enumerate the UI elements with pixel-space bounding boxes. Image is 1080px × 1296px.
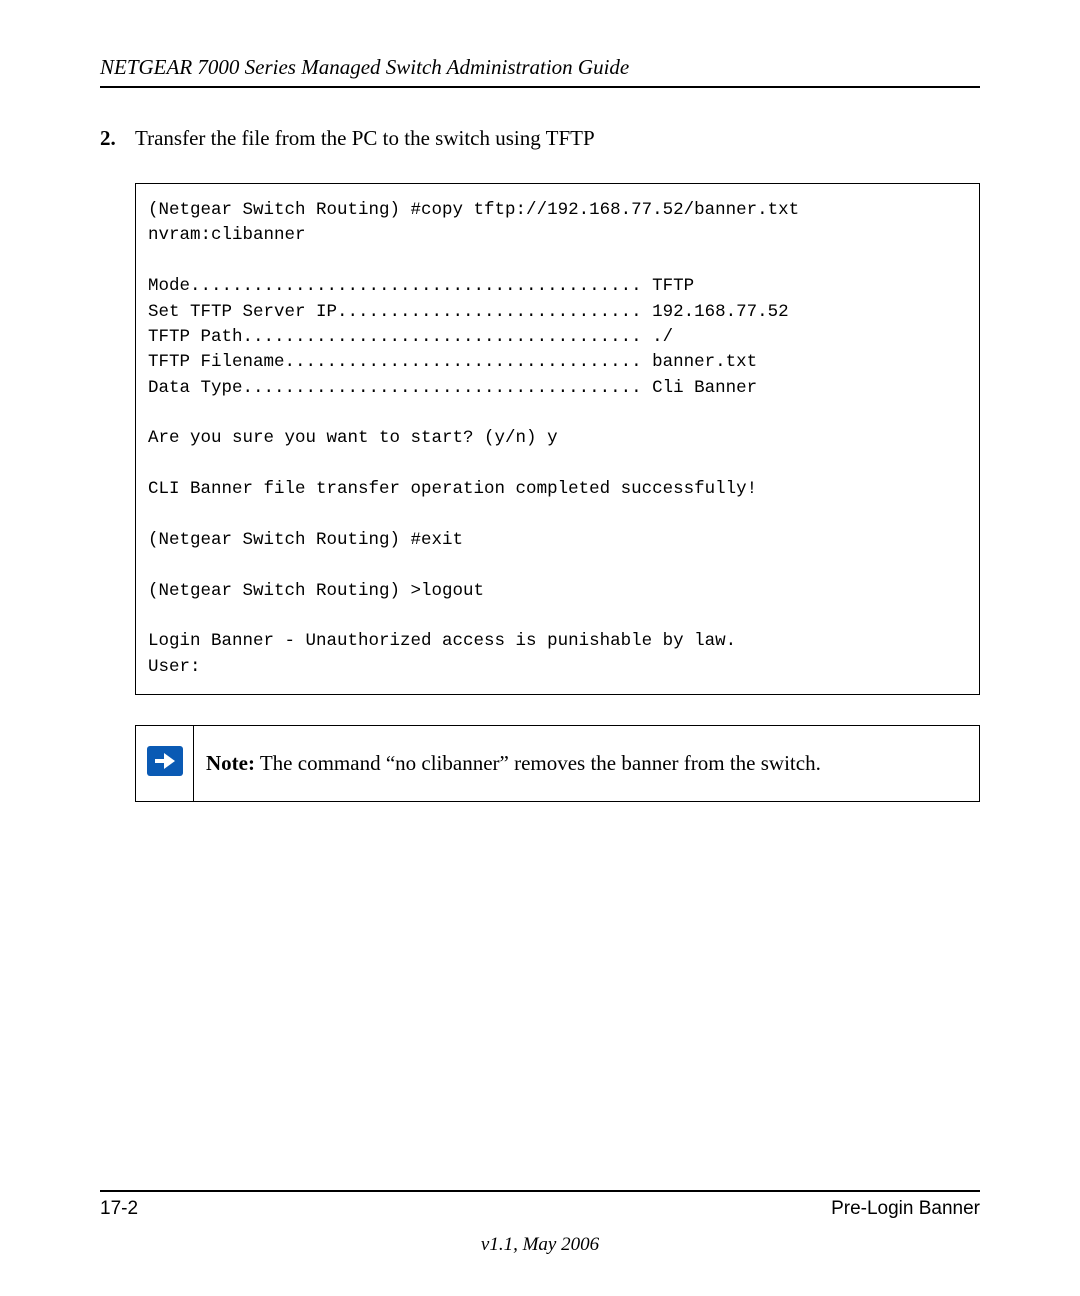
step-line: 2. Transfer the file from the PC to the …	[100, 126, 980, 151]
footer-section-title: Pre-Login Banner	[831, 1198, 980, 1220]
page-footer: 17-2 Pre-Login Banner v1.1, May 2006	[100, 1190, 980, 1256]
step-number: 2.	[100, 126, 135, 151]
note-icon-cell	[136, 726, 194, 802]
note-text: Note: The command “no clibanner” removes…	[194, 726, 980, 802]
note-body: The command “no clibanner” removes the b…	[255, 751, 821, 775]
arrow-right-icon	[147, 746, 183, 776]
footer-page-number: 17-2	[100, 1198, 138, 1220]
note-label: Note:	[206, 751, 255, 775]
note-box: Note: The command “no clibanner” removes…	[135, 725, 980, 802]
page-header: NETGEAR 7000 Series Managed Switch Admin…	[100, 55, 980, 88]
terminal-output-box: (Netgear Switch Routing) #copy tftp://19…	[135, 183, 980, 695]
footer-version: v1.1, May 2006	[100, 1234, 980, 1256]
step-text: Transfer the file from the PC to the swi…	[135, 126, 595, 151]
